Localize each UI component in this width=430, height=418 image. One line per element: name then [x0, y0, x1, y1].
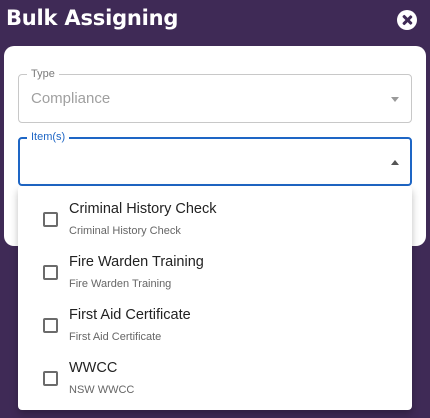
dialog-title: Bulk Assigning [6, 6, 179, 30]
option-subtitle: Fire Warden Training [69, 278, 172, 290]
items-label: Item(s) [27, 130, 70, 144]
dialog-header: Bulk Assigning [0, 0, 430, 40]
list-item-fire-warden-training[interactable]: Fire Warden Training Fire Warden Trainin… [18, 247, 412, 300]
chevron-up-icon[interactable] [391, 160, 399, 165]
option-subtitle: First Aid Certificate [69, 331, 162, 343]
items-select[interactable]: Item(s) [18, 130, 412, 186]
checkbox-icon[interactable] [43, 265, 58, 280]
option-title: WWCC [69, 360, 118, 376]
close-icon[interactable] [397, 10, 417, 30]
type-value: Compliance [31, 90, 111, 107]
items-dropdown-list: Criminal History Check Criminal History … [18, 186, 412, 410]
list-item-wwcc[interactable]: WWCC NSW WWCC [18, 353, 412, 406]
option-subtitle: NSW WWCC [69, 384, 135, 396]
chevron-down-icon[interactable] [391, 97, 399, 102]
list-item-first-aid-certificate[interactable]: First Aid Certificate First Aid Certific… [18, 300, 412, 353]
checkbox-icon[interactable] [43, 212, 58, 227]
type-label: Type [27, 67, 59, 81]
option-title: Criminal History Check [69, 201, 217, 217]
option-title: First Aid Certificate [69, 307, 191, 323]
checkbox-icon[interactable] [43, 371, 58, 386]
list-item-criminal-history-check[interactable]: Criminal History Check Criminal History … [18, 194, 412, 247]
option-title: Fire Warden Training [69, 254, 204, 270]
type-select[interactable]: Type Compliance [18, 67, 412, 123]
checkbox-icon[interactable] [43, 318, 58, 333]
option-subtitle: Criminal History Check [69, 225, 181, 237]
